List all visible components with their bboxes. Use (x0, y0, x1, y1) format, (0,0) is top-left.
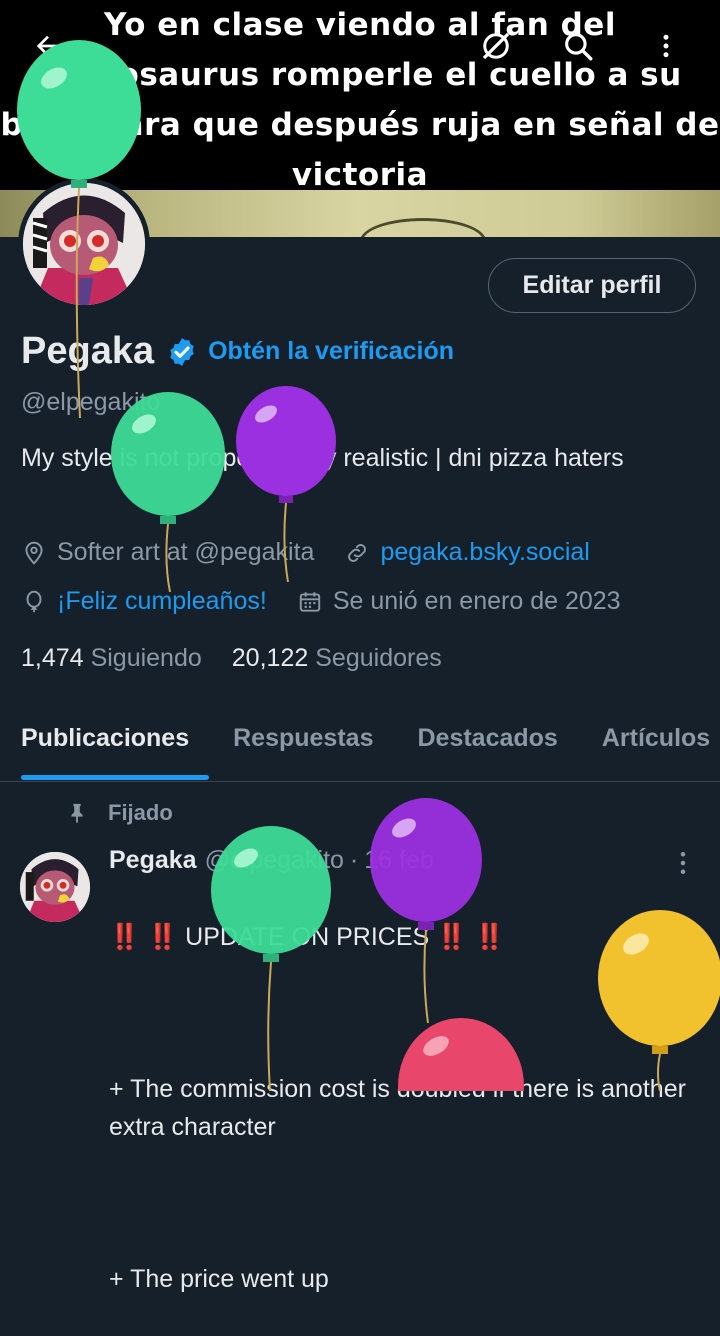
balloon-icon (26, 590, 42, 612)
follow-stats: 1,474 Siguiendo 20,122 Seguidores (21, 644, 472, 673)
more-vertical-icon (663, 34, 669, 58)
get-verified-link[interactable]: Obtén la verificación (208, 337, 454, 366)
banner-caption: Yo en clase viendo al fan del Spinosauru… (0, 7, 720, 193)
name-row: Pegaka Obtén la verificación (21, 330, 454, 373)
joined-text: Se unió en enero de 2023 (332, 587, 621, 615)
post-title-line: ‼️ ‼️ UPDATE ON PRICES ‼️ ‼️ (109, 918, 699, 956)
tab-respuestas[interactable]: Respuestas (233, 724, 373, 753)
post-author-name[interactable]: Pegaka (109, 846, 197, 875)
search-icon (565, 33, 593, 61)
location-item: Softer art at @pegakita (21, 538, 314, 567)
location-text: Softer art at @pegakita (57, 538, 315, 566)
location-pin-icon (25, 541, 43, 565)
avatar-image (23, 183, 145, 305)
grok-icon (482, 32, 510, 60)
following-label: Siguiendo (90, 644, 202, 672)
display-name: Pegaka (21, 330, 155, 372)
verified-badge-icon (170, 337, 194, 366)
post-line-2: + The price went up (109, 1265, 329, 1293)
post-line-1: + The commission cost is doubled if ther… (109, 1075, 686, 1141)
pinned-label: Fijado (108, 800, 173, 825)
following-count: 1,474 (21, 644, 84, 672)
profile-tabs: Publicaciones Respuestas Destacados Artí… (21, 724, 720, 753)
tabs-divider (0, 781, 720, 782)
more-button[interactable] (644, 24, 688, 68)
followers-label: Seguidores (315, 644, 442, 672)
search-button[interactable] (556, 24, 600, 68)
profile-meta-row-1: Softer art at @pegakita pegaka.bsky.soci… (21, 538, 620, 567)
back-button[interactable] (26, 24, 70, 68)
double-exclamation-icon: ‼️ ‼️ (109, 923, 179, 951)
tab-articulos[interactable]: Artículos (602, 724, 710, 753)
profile-meta-row-2: ¡Feliz cumpleaños! Se unió en enero de 2… (21, 587, 651, 616)
profile-avatar[interactable] (18, 178, 150, 310)
tab-destacados[interactable]: Destacados (417, 724, 557, 753)
website-item[interactable]: pegaka.bsky.social (344, 538, 590, 567)
double-exclamation-icon: ‼️ ‼️ (436, 923, 506, 951)
more-vertical-icon (680, 852, 686, 874)
followers-count: 20,122 (231, 644, 309, 672)
pin-icon (71, 803, 83, 824)
tab-publicaciones[interactable]: Publicaciones (21, 724, 189, 753)
post-author-handle[interactable]: @elpegakito (205, 846, 344, 875)
post-header: Pegaka @elpegakito · 16 feb (109, 846, 434, 875)
post-more-button[interactable] (668, 848, 698, 883)
active-tab-indicator (21, 775, 209, 780)
user-handle: @elpegakito (21, 388, 161, 416)
post-body: ‼️ ‼️ UPDATE ON PRICES ‼️ ‼️ + The commi… (109, 880, 699, 1336)
calendar-icon (299, 591, 320, 612)
post-date[interactable]: 16 feb (364, 846, 434, 875)
arrow-left-icon (36, 35, 59, 57)
link-icon (348, 543, 367, 562)
joined-item: Se unió en enero de 2023 (297, 587, 621, 616)
followers-stat[interactable]: 20,122 Seguidores (232, 644, 442, 673)
birthday-item[interactable]: ¡Feliz cumpleaños! (21, 587, 267, 616)
post-author-avatar[interactable] (20, 852, 90, 922)
post-title: UPDATE ON PRICES (185, 923, 430, 951)
birthday-text[interactable]: ¡Feliz cumpleaños! (57, 587, 267, 616)
grok-button[interactable] (474, 24, 518, 68)
following-stat[interactable]: 1,474 Siguiendo (21, 644, 202, 673)
website-link[interactable]: pegaka.bsky.social (380, 538, 589, 567)
post-separator: · (349, 846, 359, 874)
profile-bio: My style is not proportionally realistic… (21, 444, 624, 472)
edit-profile-button[interactable]: Editar perfil (488, 258, 696, 313)
pinned-indicator: Fijado (66, 800, 173, 826)
